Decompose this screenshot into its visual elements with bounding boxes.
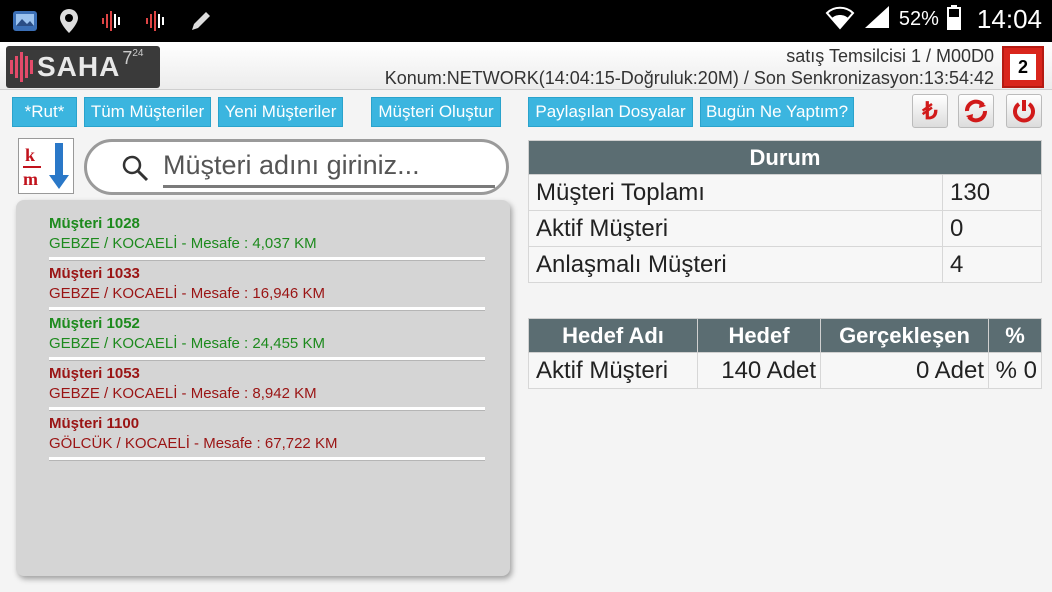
table-row: Anlaşmalı Müşteri 4 <box>528 246 1042 283</box>
divider <box>49 357 485 361</box>
divider <box>49 257 485 261</box>
rut-button[interactable]: *Rut* <box>12 97 77 127</box>
status-table-title: Durum <box>528 140 1042 175</box>
notification-button[interactable]: 2 <box>1002 46 1044 88</box>
all-customers-button[interactable]: Tüm Müşteriler <box>84 97 211 127</box>
target-header-name: Hedef Adı <box>528 318 698 353</box>
divider <box>49 307 485 311</box>
signal-wave-icon <box>142 6 172 36</box>
target-header-actual: Gerçekleşen <box>820 318 989 353</box>
divider <box>49 407 485 411</box>
shared-files-button[interactable]: Paylaşılan Dosyalar <box>528 97 693 127</box>
customer-detail: GEBZE / KOCAELİ - Mesafe : 16,946 KM <box>49 285 325 302</box>
customer-detail: GEBZE / KOCAELİ - Mesafe : 4,037 KM <box>49 235 317 252</box>
signal-wave-icon <box>98 6 128 36</box>
pencil-icon <box>186 6 216 36</box>
status-right: 52% 14:04 <box>825 4 1042 35</box>
cell-signal-icon <box>863 4 891 35</box>
power-button[interactable] <box>1006 94 1042 128</box>
lira-icon: ₺ <box>922 97 938 125</box>
new-customers-button[interactable]: Yeni Müşteriler <box>218 97 343 127</box>
location-pin-icon <box>54 6 84 36</box>
target-actual: 0 Adet <box>820 352 989 389</box>
target-value: 140 Adet <box>697 352 821 389</box>
logo-bars <box>10 52 33 82</box>
status-bar: 52% 14:04 <box>0 0 1052 42</box>
target-percent: % 0 <box>988 352 1042 389</box>
logo-text: SAHA <box>37 51 121 82</box>
status-label: Anlaşmalı Müşteri <box>528 246 943 283</box>
create-customer-button[interactable]: Müşteri Oluştur <box>371 97 501 127</box>
user-info: satış Temsilcisi 1 / M00D0 <box>786 46 994 66</box>
target-header-percent: % <box>988 318 1042 353</box>
logo-superscript: 724 <box>122 48 144 68</box>
target-name: Aktif Müşteri <box>528 352 698 389</box>
list-item[interactable]: Müşteri 1028 GEBZE / KOCAELİ - Mesafe : … <box>49 215 485 265</box>
battery-percent: 52% <box>898 8 939 30</box>
search-icon <box>122 155 149 182</box>
power-icon <box>1013 100 1035 123</box>
customer-name: Müşteri 1053 <box>49 365 140 382</box>
clock: 14:04 <box>976 4 1042 34</box>
battery-icon <box>946 4 961 35</box>
refresh-icon <box>965 99 987 123</box>
gallery-icon <box>10 6 40 36</box>
status-value: 0 <box>942 210 1042 247</box>
list-item[interactable]: Müşteri 1033 GEBZE / KOCAELİ - Mesafe : … <box>49 265 485 315</box>
search-box[interactable] <box>84 139 509 195</box>
customer-name: Müşteri 1028 <box>49 215 140 232</box>
location-sync-info: Konum:NETWORK(14:04:15-Doğruluk:20M) / S… <box>384 68 994 88</box>
status-left-icons <box>10 6 216 36</box>
list-item[interactable]: Müşteri 1100 GÖLCÜK / KOCAELİ - Mesafe :… <box>49 415 485 465</box>
list-item[interactable]: Müşteri 1053 GEBZE / KOCAELİ - Mesafe : … <box>49 365 485 415</box>
status-label: Müşteri Toplamı <box>528 174 943 211</box>
divider <box>49 457 485 461</box>
list-item[interactable]: Müşteri 1052 GEBZE / KOCAELİ - Mesafe : … <box>49 315 485 365</box>
customer-name: Müşteri 1033 <box>49 265 140 282</box>
status-label: Aktif Müşteri <box>528 210 943 247</box>
notification-count: 2 <box>1010 54 1036 80</box>
sync-button[interactable] <box>958 94 994 128</box>
table-row: Aktif Müşteri 0 <box>528 210 1042 247</box>
status-value: 4 <box>942 246 1042 283</box>
search-input[interactable] <box>163 146 495 188</box>
customer-detail: GÖLCÜK / KOCAELİ - Mesafe : 67,722 KM <box>49 435 338 452</box>
svg-text:k: k <box>25 145 35 165</box>
currency-button[interactable]: ₺ <box>912 94 948 128</box>
table-row: Aktif Müşteri 140 Adet 0 Adet % 0 <box>528 352 1042 389</box>
status-table: Durum Müşteri Toplamı 130 Aktif Müşteri … <box>528 140 1042 283</box>
sort-by-distance-button[interactable]: k m <box>18 138 74 194</box>
customer-name: Müşteri 1100 <box>49 415 140 432</box>
customer-detail: GEBZE / KOCAELİ - Mesafe : 8,942 KM <box>49 385 317 402</box>
table-row: Müşteri Toplamı 130 <box>528 174 1042 211</box>
customer-name: Müşteri 1052 <box>49 315 140 332</box>
svg-text:m: m <box>23 169 38 189</box>
status-value: 130 <box>942 174 1042 211</box>
app-header: SAHA 724 satış Temsilcisi 1 / M00D0 Konu… <box>0 42 1052 90</box>
target-table: Hedef Adı Hedef Gerçekleşen % Aktif Müşt… <box>528 318 1042 389</box>
km-sort-icon: k m <box>23 143 69 189</box>
what-did-i-do-today-button[interactable]: Bugün Ne Yaptım? <box>700 97 854 127</box>
target-header-target: Hedef <box>697 318 821 353</box>
customer-detail: GEBZE / KOCAELİ - Mesafe : 24,455 KM <box>49 335 325 352</box>
customer-list: Müşteri 1028 GEBZE / KOCAELİ - Mesafe : … <box>16 200 510 576</box>
app-logo: SAHA 724 <box>6 46 160 88</box>
wifi-icon <box>825 4 855 35</box>
